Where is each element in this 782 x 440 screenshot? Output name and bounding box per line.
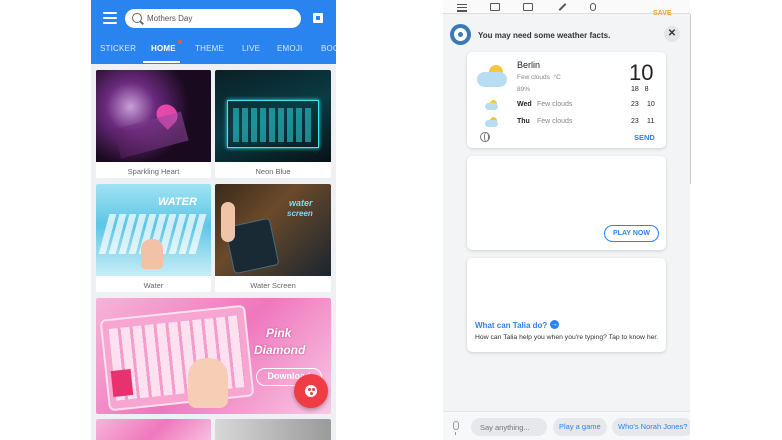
checkbox-icon[interactable] — [490, 3, 500, 11]
say-anything-input[interactable] — [471, 418, 547, 436]
weather-city: Berlin — [517, 60, 541, 70]
weather-condition: Few clouds °C — [517, 74, 561, 81]
pen-icon[interactable] — [556, 3, 567, 11]
theme-name: Water — [143, 281, 164, 290]
weather-card[interactable]: Berlin Few clouds °C 89% 10 18 8 Wed Few… — [467, 52, 666, 148]
play-now-button[interactable]: PLAY NOW — [604, 225, 659, 242]
theme-preview-image: water screen — [215, 184, 331, 276]
theme-card-water-screen[interactable]: water screen Water Screen — [215, 184, 331, 292]
close-button[interactable]: ✕ — [664, 26, 680, 42]
send-button[interactable]: SEND — [634, 133, 655, 142]
weather-humidity: 89% — [517, 86, 531, 93]
active-tab-indicator — [143, 61, 180, 63]
microphone-icon[interactable] — [590, 3, 596, 11]
globe-icon[interactable] — [480, 132, 490, 142]
theme-name: Neon Blue — [255, 167, 291, 176]
theme-preview-image — [96, 419, 211, 440]
tab-more[interactable]: BOO — [321, 44, 336, 53]
talia-intro-card[interactable]: What can Talia do? → How can Talia help … — [467, 258, 666, 352]
screenshot-stage: STICKER HOME THEME LIVE EMOJI BOO Sparkl… — [0, 0, 782, 440]
header-message: You may need some weather facts. — [478, 31, 611, 40]
image-icon[interactable] — [523, 3, 533, 11]
theme-card-partial[interactable] — [215, 419, 331, 440]
current-temperature: 10 — [629, 60, 654, 85]
talia-question-link[interactable]: What can Talia do? — [475, 321, 547, 330]
tab-theme[interactable]: THEME — [195, 44, 224, 53]
theme-name: Sparkling Heart — [127, 167, 180, 176]
forecast-row: Wed Few clouds 23 10 — [485, 100, 655, 112]
category-tabs: STICKER HOME THEME LIVE EMOJI BOO — [91, 38, 336, 64]
talia-assistant-app: SAVE You may need some weather facts. ✕ … — [443, 0, 690, 440]
theme-card-water[interactable]: WATER Water — [96, 184, 211, 292]
suggestion-chip[interactable]: Play a game — [553, 418, 607, 436]
tab-home[interactable]: HOME — [151, 44, 176, 53]
divider — [690, 14, 691, 184]
tab-emoji[interactable]: EMOJI — [277, 44, 302, 53]
hamburger-menu-icon[interactable] — [103, 12, 117, 24]
notification-dot — [178, 40, 182, 44]
search-icon — [132, 13, 142, 23]
forecast-row: Thu Few clouds 23 11 — [485, 117, 655, 129]
assistant-input-bar: Play a game Who's Norah Jones? — [443, 411, 690, 440]
tab-sticker[interactable]: STICKER — [100, 44, 136, 53]
theme-preview-image — [96, 70, 211, 162]
talia-description: How can Talia help you when you're typin… — [475, 334, 659, 341]
customize-theme-fab[interactable] — [294, 374, 328, 408]
list-icon[interactable] — [457, 3, 467, 12]
partly-cloudy-icon — [477, 65, 507, 87]
theme-card-sparkling-heart[interactable]: Sparkling Heart — [96, 70, 211, 178]
talia-logo-icon — [450, 24, 471, 45]
store-icon[interactable] — [313, 13, 323, 23]
theme-preview-image — [215, 70, 331, 162]
assistant-header: You may need some weather facts. ✕ — [443, 20, 690, 50]
tab-live[interactable]: LIVE — [242, 44, 260, 53]
arrow-right-icon[interactable]: → — [550, 320, 559, 329]
palette-icon — [305, 385, 317, 397]
top-app-bar: STICKER HOME THEME LIVE EMOJI BOO — [91, 0, 336, 64]
partly-cloudy-icon — [485, 117, 499, 127]
theme-card-neon-blue[interactable]: Neon Blue — [215, 70, 331, 178]
keyboard-theme-app: STICKER HOME THEME LIVE EMOJI BOO Sparkl… — [91, 0, 336, 440]
partly-cloudy-icon — [485, 100, 499, 110]
game-card[interactable]: PLAY NOW — [467, 156, 666, 250]
microphone-icon[interactable] — [453, 421, 459, 435]
save-button[interactable]: SAVE — [653, 10, 672, 17]
theme-card-partial[interactable] — [96, 419, 211, 440]
theme-preview-image: WATER — [96, 184, 211, 276]
theme-preview-image — [215, 419, 331, 440]
theme-name: Water Screen — [250, 281, 296, 290]
high-low-temperature: 18 8 — [631, 86, 649, 93]
suggestion-chip[interactable]: Who's Norah Jones? — [612, 418, 690, 436]
search-bar[interactable] — [125, 9, 301, 28]
search-input[interactable] — [147, 11, 295, 26]
